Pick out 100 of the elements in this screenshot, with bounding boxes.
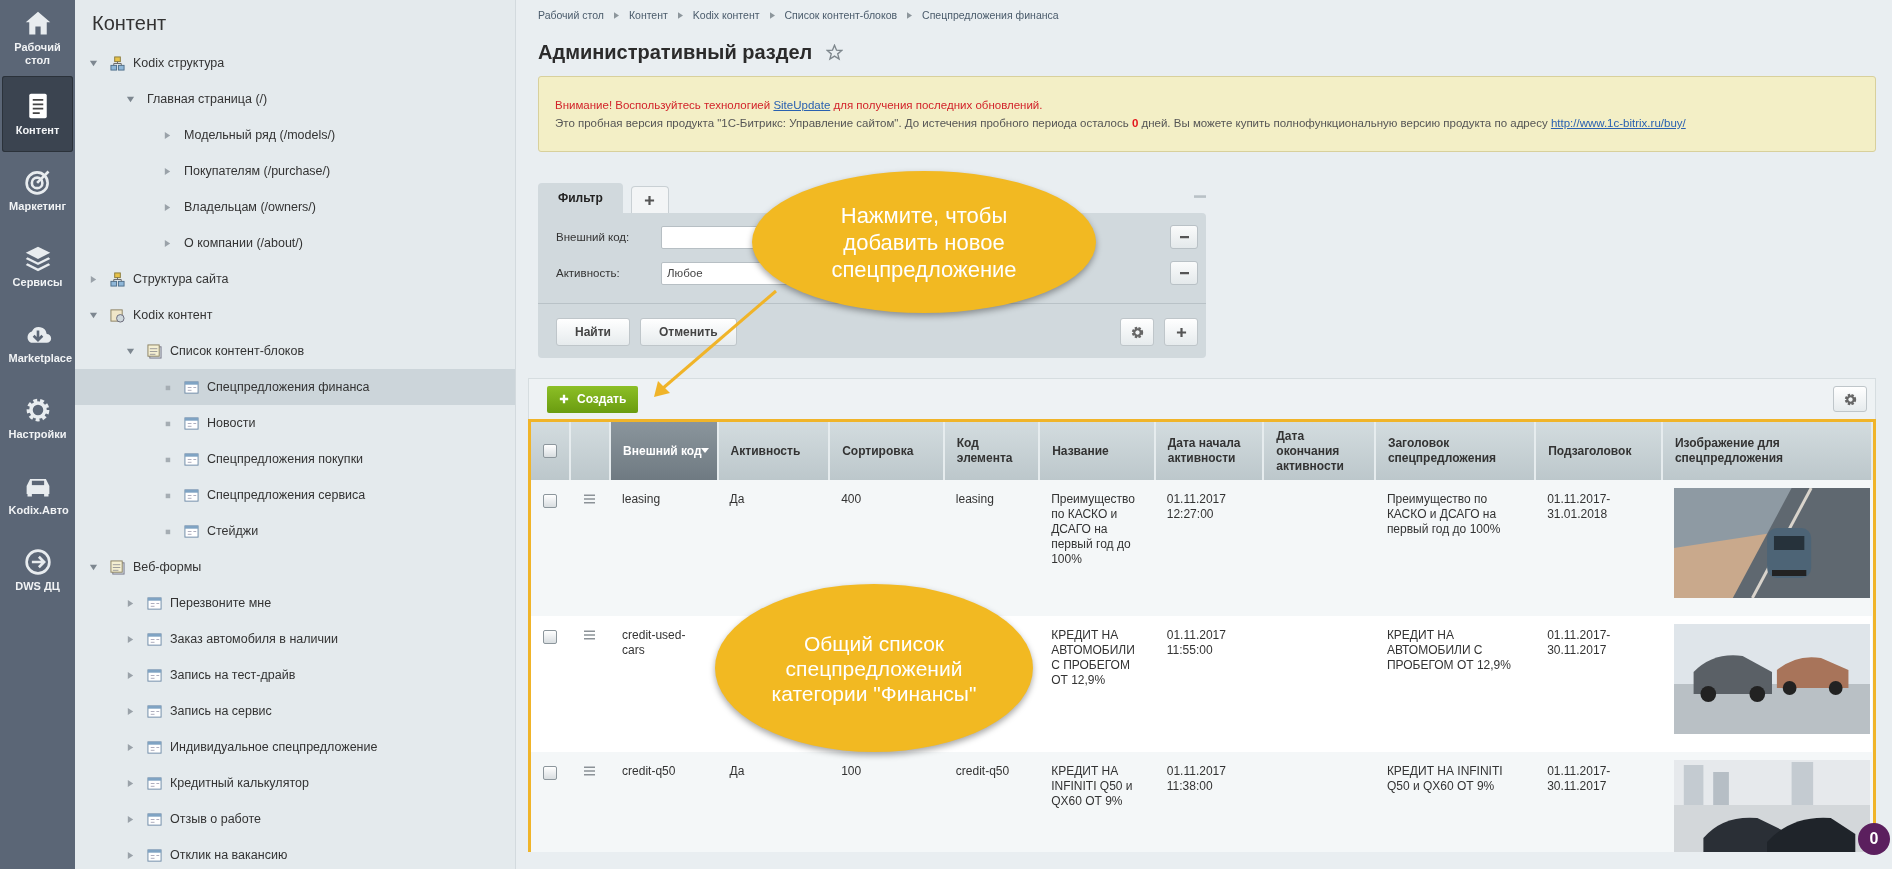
tree-item[interactable]: Заказ автомобиля в наличии (75, 621, 515, 657)
table-cell: 01.11.2017 11:55:00 (1154, 616, 1264, 752)
tree-item[interactable]: Владельцам (/owners/) (75, 189, 515, 225)
tree-item[interactable]: Запись на тест-драйв (75, 657, 515, 693)
checkbox[interactable] (543, 493, 558, 508)
collapse-arrow-icon[interactable] (126, 814, 135, 824)
collapse-arrow-icon[interactable] (163, 238, 172, 248)
add-tab-button[interactable] (630, 186, 669, 213)
tree-item[interactable]: Модельный ряд (/models/) (75, 117, 515, 153)
remove-field-button[interactable] (1170, 225, 1198, 249)
tree-item[interactable]: Отклик на вакансию (75, 837, 515, 869)
nav-item[interactable]: Настройки (0, 380, 75, 456)
collapse-arrow-icon[interactable] (163, 130, 172, 140)
home-icon (23, 9, 52, 37)
chevron-icon (769, 11, 775, 19)
tree-item[interactable]: Стейджи (75, 513, 515, 549)
column-header[interactable]: Дата начала активности (1154, 422, 1264, 480)
tree-item[interactable]: О компании (/about/) (75, 225, 515, 261)
collapse-arrow-icon[interactable] (126, 742, 135, 752)
checkbox[interactable] (543, 765, 558, 780)
column-header[interactable]: Активность (717, 422, 830, 480)
table-cell: credit-used-cars (610, 616, 718, 752)
filter-tab[interactable]: Фильтр (538, 183, 623, 213)
tree-item[interactable]: Спецпредложения покупки (75, 441, 515, 477)
column-header[interactable]: Код элемента (943, 422, 1040, 480)
expand-arrow-icon[interactable] (89, 310, 98, 320)
breadcrumb-link[interactable]: Kodix контент (692, 9, 760, 21)
nav-item[interactable]: Сервисы (0, 228, 75, 304)
table-cell: 01.11.2017-31.01.2018 (1535, 480, 1662, 616)
expand-arrow-icon[interactable] (89, 562, 98, 572)
collapse-arrow-icon[interactable] (89, 274, 98, 284)
add-field-button[interactable] (1164, 318, 1198, 346)
nav-item[interactable]: Маркетинг (0, 152, 75, 228)
table-cell: КРЕДИТ НА АВТОМОБИЛИ С ПРОБЕГОМ ОТ 12,9% (1374, 616, 1536, 752)
tree-item[interactable]: Перезвоните мне (75, 585, 515, 621)
collapse-arrow-icon[interactable] (126, 850, 135, 860)
breadcrumb-link[interactable]: Спецпредложения финанса (922, 9, 1059, 21)
expand-arrow-icon[interactable] (126, 346, 135, 356)
table-icon (147, 811, 162, 827)
tree-item[interactable]: Список контент-блоков (75, 333, 515, 369)
nav-item[interactable]: Marketplace (0, 304, 75, 380)
notice-link[interactable]: SiteUpdate (773, 99, 831, 111)
breadcrumb-link[interactable]: Рабочий стол (538, 9, 604, 21)
drag-handle-icon[interactable] (584, 766, 596, 776)
collapse-arrow-icon[interactable] (163, 202, 172, 212)
table-cell: 01.11.2017-30.11.2017 (1535, 752, 1662, 852)
expand-arrow-icon[interactable] (89, 58, 98, 68)
column-header[interactable]: Дата окончания активности (1263, 422, 1375, 480)
drag-handle-icon[interactable] (584, 630, 596, 640)
notice-link[interactable]: http://www.1c-bitrix.ru/buy/ (1550, 117, 1686, 129)
tree-item[interactable]: Индивидуальное спецпредложение (75, 729, 515, 765)
minimize-icon[interactable] (1194, 195, 1206, 199)
star-icon[interactable] (826, 43, 844, 61)
tree-item[interactable]: Кредитный калькулятор (75, 765, 515, 801)
tree-item[interactable]: Главная страница (/) (75, 81, 515, 117)
nav-item[interactable]: Kodix.Авто (0, 456, 75, 532)
tree-item[interactable]: Запись на сервис (75, 693, 515, 729)
collapse-arrow-icon[interactable] (126, 778, 135, 788)
tree-item[interactable]: Kodix структура (75, 45, 515, 81)
filter-button[interactable]: Найти (556, 318, 630, 346)
settings-button[interactable] (1833, 386, 1867, 412)
column-header[interactable]: Подзаголовок (1535, 422, 1662, 480)
nav-item[interactable]: Рабочий стол (0, 0, 75, 76)
filter-button[interactable]: Отменить (640, 318, 737, 346)
column-header[interactable]: Изображение для спецпредложения (1661, 422, 1872, 480)
collapse-arrow-icon[interactable] (126, 634, 135, 644)
settings-button[interactable] (1120, 318, 1154, 346)
collapse-arrow-icon[interactable] (126, 670, 135, 680)
collapse-arrow-icon[interactable] (126, 706, 135, 716)
table-icon (184, 523, 199, 539)
notification-badge[interactable]: 0 (1858, 823, 1890, 855)
panel-title: Контент (92, 12, 168, 35)
column-header[interactable]: Название (1039, 422, 1155, 480)
checkbox[interactable] (543, 629, 558, 644)
tree-item[interactable]: Спецпредложения сервиса (75, 477, 515, 513)
tree-item[interactable]: Kodix контент (75, 297, 515, 333)
plus-icon (559, 394, 569, 404)
breadcrumb-link[interactable]: Список контент-блоков (784, 9, 898, 21)
tree-item[interactable]: Веб-формы (75, 549, 515, 585)
collapse-arrow-icon[interactable] (163, 166, 172, 176)
nav-item[interactable]: DWS ДЦ (0, 532, 75, 608)
tree-item[interactable]: Покупателям (/purchase/) (75, 153, 515, 189)
nav-item[interactable]: Контент (2, 76, 73, 152)
table-cell: Да (717, 752, 830, 852)
table-cell: leasing (610, 480, 718, 616)
table-cell: credit-q50 (943, 752, 1040, 852)
minus-icon (1178, 271, 1190, 275)
remove-field-button[interactable] (1170, 261, 1198, 285)
expand-arrow-icon[interactable] (126, 94, 135, 104)
drag-handle-icon[interactable] (584, 494, 596, 504)
tree-item[interactable]: Структура сайта (75, 261, 515, 297)
column-header[interactable]: Заголовок спецпредложения (1374, 422, 1536, 480)
tree-item[interactable]: Новости (75, 405, 515, 441)
column-header[interactable]: Внешний код (610, 422, 718, 480)
collapse-arrow-icon[interactable] (126, 598, 135, 608)
column-header[interactable]: Сортировка (829, 422, 944, 480)
breadcrumb-link[interactable]: Контент (628, 9, 668, 21)
tree-item[interactable]: Спецпредложения финанса (75, 369, 515, 405)
tree-item[interactable]: Отзыв о работе (75, 801, 515, 837)
checkbox[interactable] (542, 444, 557, 459)
